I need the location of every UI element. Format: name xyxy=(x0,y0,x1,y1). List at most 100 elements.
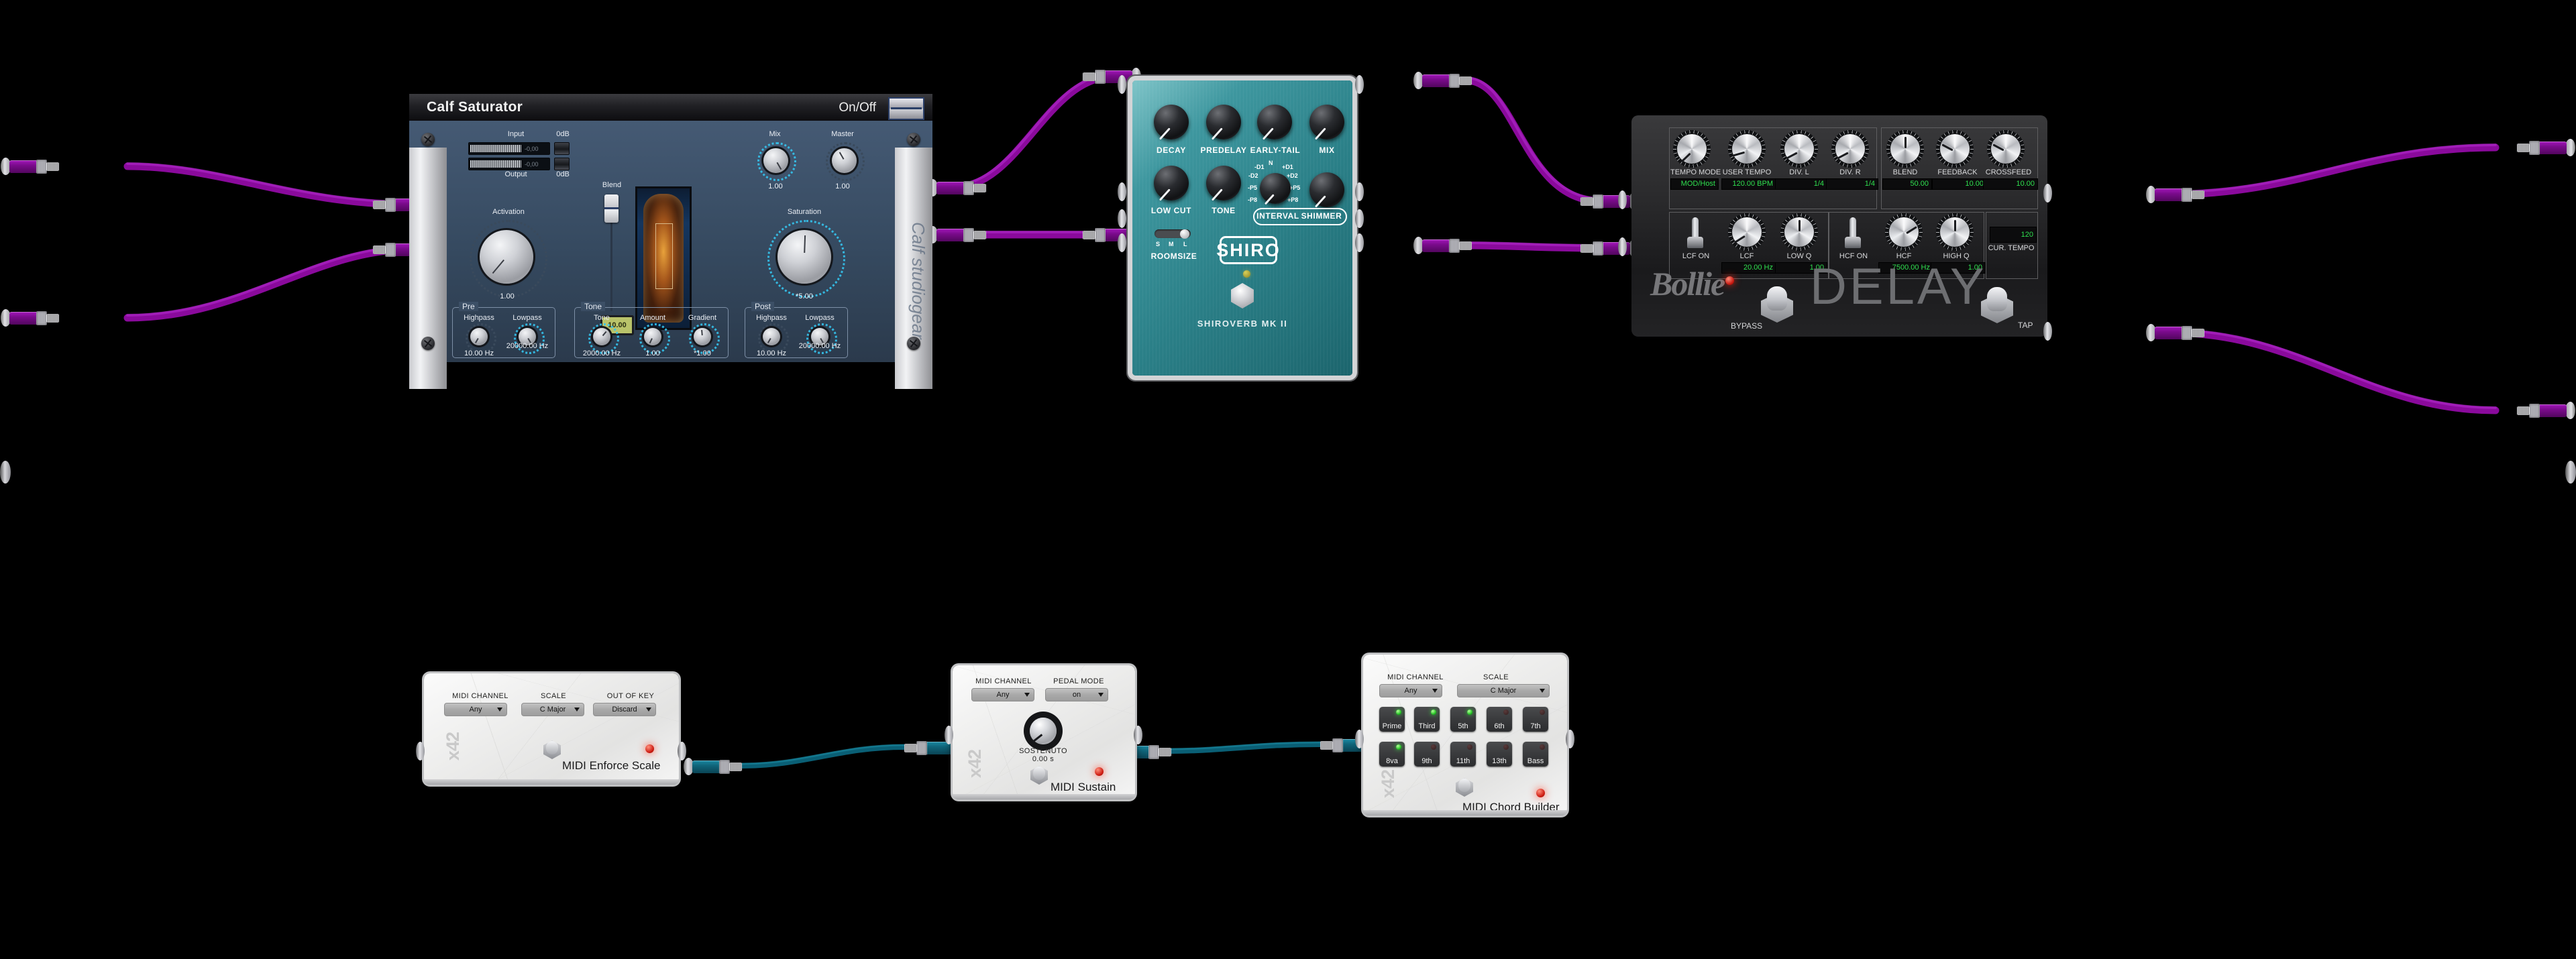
cable-plug-input-left-top[interactable] xyxy=(1,158,59,175)
jack-socket-left-free[interactable] xyxy=(0,461,11,484)
chord-pad-6th[interactable]: 6th xyxy=(1487,707,1512,732)
shiro-footswitch[interactable] xyxy=(1231,283,1254,308)
bollie-tap-footswitch[interactable] xyxy=(1981,287,2013,325)
chord-midi-channel-select[interactable]: Any xyxy=(1379,684,1442,697)
bollie-hcf-knob[interactable] xyxy=(1889,217,1919,247)
chord-pad-prime[interactable]: Prime xyxy=(1379,707,1405,732)
chord-jack-out[interactable] xyxy=(1566,730,1574,748)
enforce-out-of-key-select[interactable]: Discard xyxy=(593,703,656,716)
bollie-jack-out-top[interactable] xyxy=(2043,184,2052,203)
cable-plug-bollie-out-bottom[interactable] xyxy=(2146,324,2204,341)
shiro-lowcut-knob[interactable] xyxy=(1154,166,1189,201)
enforce-jack-in[interactable] xyxy=(416,742,425,760)
bollie-high-q-knob[interactable] xyxy=(1940,217,1970,247)
sustain-sostenuto-knob[interactable] xyxy=(1030,718,1057,744)
chord-pad-5th[interactable]: 5th xyxy=(1450,707,1476,732)
chord-pad-third[interactable]: Third xyxy=(1414,707,1440,732)
sustain-midi-channel-select[interactable]: Any xyxy=(971,688,1034,701)
chord-pad-9th[interactable]: 9th xyxy=(1414,742,1440,767)
plugin-midi-sustain[interactable]: MIDI CHANNEL Any PEDAL MODE on SOSTENUTO… xyxy=(945,665,1142,799)
calf-blend-thumb[interactable] xyxy=(604,194,619,223)
calf-input-db-button[interactable] xyxy=(554,142,570,155)
plugin-bollie-delay[interactable]: TEMPO MODE MOD/Host USER TEMPO 120.00 BP… xyxy=(1618,115,2052,341)
chord-scale-select[interactable]: C Major xyxy=(1457,684,1550,697)
sustain-jack-in[interactable] xyxy=(945,726,953,744)
bollie-tempo-mode-knob[interactable] xyxy=(1677,134,1707,164)
cable-plug-shiro-out-bottom[interactable] xyxy=(1413,237,1472,254)
shiro-mix-knob[interactable] xyxy=(1309,105,1344,140)
chord-footswitch[interactable] xyxy=(1456,778,1473,797)
calf-activation-knob[interactable] xyxy=(480,230,533,284)
calf-master-knob[interactable] xyxy=(832,148,857,173)
bollie-lcf-toggle[interactable] xyxy=(1687,217,1703,248)
bollie-jack-out-bottom[interactable] xyxy=(2043,322,2052,341)
calf-saturation-knob[interactable] xyxy=(777,230,831,284)
chord-pad-7th[interactable]: 7th xyxy=(1523,707,1548,732)
bollie-div-r-knob[interactable] xyxy=(1835,134,1865,164)
shiro-shimmer-knob[interactable] xyxy=(1309,172,1344,208)
calf-gradient-knob[interactable] xyxy=(694,328,711,345)
calf-post-highpass-knob[interactable] xyxy=(763,328,780,345)
calf-tone-knob[interactable] xyxy=(593,328,610,345)
cable-plug-shiro-out-top[interactable] xyxy=(1413,72,1472,89)
enforce-scale-select[interactable]: C Major xyxy=(521,703,584,716)
enforce-midi-channel-select[interactable]: Any xyxy=(444,703,507,716)
bollie-low-q-knob[interactable] xyxy=(1784,217,1814,247)
cable-plug-input-left-bottom[interactable] xyxy=(1,309,59,327)
cable-plug-output-right-top[interactable] xyxy=(2517,139,2575,156)
shiro-jack-in-1[interactable] xyxy=(1118,75,1126,94)
calf-amount-knob[interactable] xyxy=(644,328,661,345)
calf-output-db-button[interactable] xyxy=(554,158,570,170)
shiro-jack-out-1[interactable] xyxy=(1355,75,1364,94)
bollie-div-l-knob[interactable] xyxy=(1784,134,1814,164)
chord-pad-13th[interactable]: 13th xyxy=(1487,742,1512,767)
bollie-jack-in-bottom[interactable] xyxy=(1618,237,1627,256)
enforce-jack-out[interactable] xyxy=(678,742,686,760)
plugin-calf-saturator[interactable]: Calf Saturator On/Off Input 0dB -0,00 -0… xyxy=(409,94,932,389)
pedalboard-canvas[interactable]: Calf Saturator On/Off Input 0dB -0,00 -0… xyxy=(0,0,2576,959)
bollie-lcf-knob[interactable] xyxy=(1732,217,1762,247)
chord-pad-8va[interactable]: 8va xyxy=(1379,742,1405,767)
cable-plug-calf-out-top[interactable] xyxy=(928,179,986,196)
shiro-roomsize-option-m[interactable]: M xyxy=(1169,241,1174,247)
plugin-midi-enforce-scale[interactable]: MIDI CHANNEL Any SCALE C Major OUT OF KE… xyxy=(416,673,686,785)
cable-plug-bollie-out-top[interactable] xyxy=(2146,186,2204,203)
shiro-roomsize-option-s[interactable]: S xyxy=(1156,241,1160,247)
shiro-interval-knob[interactable] xyxy=(1260,173,1291,205)
shiro-roomsize-thumb[interactable] xyxy=(1180,229,1189,239)
plugin-shiroverb-mk2[interactable]: DECAY PREDELAY EARLY-TAIL MIX LOW CUT TO… xyxy=(1118,75,1364,376)
calf-pre-highpass-knob[interactable] xyxy=(470,328,488,345)
chord-pad-11th[interactable]: 11th xyxy=(1450,742,1476,767)
shiro-jack-out-4[interactable] xyxy=(1355,233,1364,252)
enforce-footswitch[interactable] xyxy=(543,740,561,759)
shiro-predelay-knob[interactable] xyxy=(1206,105,1241,140)
shiro-jack-out-3[interactable] xyxy=(1355,209,1364,228)
bollie-blend-knob[interactable] xyxy=(1890,134,1920,164)
jack-socket-right-free[interactable] xyxy=(2565,461,2576,484)
sustain-footswitch[interactable] xyxy=(1030,766,1048,785)
cable-plug-output-right-bottom[interactable] xyxy=(2517,402,2575,419)
shiro-tone-knob[interactable] xyxy=(1206,166,1241,201)
sustain-jack-out[interactable] xyxy=(1134,726,1142,744)
shiro-jack-in-3[interactable] xyxy=(1118,209,1126,228)
bollie-bypass-footswitch[interactable] xyxy=(1761,286,1793,324)
calf-onoff-switch[interactable] xyxy=(888,97,924,120)
cable-plug-midi-enforce-out[interactable] xyxy=(684,758,742,775)
bollie-crossfeed-knob[interactable] xyxy=(1991,134,2021,164)
sustain-pedal-mode-select[interactable]: on xyxy=(1045,688,1108,701)
bollie-jack-in-top[interactable] xyxy=(1618,190,1627,209)
chord-pad-bass[interactable]: Bass xyxy=(1523,742,1548,767)
shiro-early-tail-knob[interactable] xyxy=(1257,105,1292,140)
calf-mix-knob[interactable] xyxy=(763,148,788,173)
shiro-jack-out-2[interactable] xyxy=(1355,182,1364,201)
bollie-feedback-knob[interactable] xyxy=(1940,134,1970,164)
cable-plug-calf-out-bottom[interactable] xyxy=(928,226,986,243)
bollie-hcf-toggle[interactable] xyxy=(1845,217,1861,248)
shiro-decay-knob[interactable] xyxy=(1154,105,1189,140)
bollie-user-tempo-knob[interactable] xyxy=(1732,134,1762,164)
chord-jack-in[interactable] xyxy=(1355,730,1364,748)
shiro-roomsize-option-l[interactable]: L xyxy=(1183,241,1187,247)
shiro-jack-in-4[interactable] xyxy=(1118,233,1126,252)
shiro-jack-in-2[interactable] xyxy=(1118,182,1126,201)
plugin-midi-chord-builder[interactable]: MIDI CHANNEL Any SCALE C Major Prime Thi… xyxy=(1355,655,1574,815)
